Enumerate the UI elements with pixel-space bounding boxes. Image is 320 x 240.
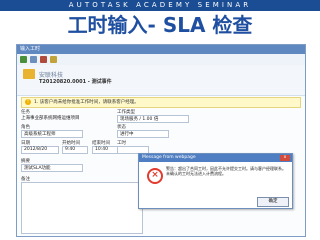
dialog-message: 警告：超出了合同工时，因此不允许提交工时。请与客户经理联系。未确认的工时无法进入… <box>166 166 286 176</box>
close-icon[interactable]: x <box>280 155 290 161</box>
window-titlebar: 输入工时 <box>17 45 305 54</box>
date-field[interactable]: 2012/8/20 <box>21 146 59 154</box>
cancel-icon[interactable] <box>40 56 47 63</box>
status-select[interactable]: 进行中 <box>117 130 169 138</box>
message-dialog: Message from webpage x × 警告：超出了合同工时，因此不允… <box>138 153 293 209</box>
error-icon: × <box>147 168 163 184</box>
summary-field[interactable]: 测试SLA功能 <box>21 164 83 172</box>
folder-icon <box>23 69 35 79</box>
record-header: 安联科技 T20120820.0001 - 测试事件 <box>17 65 305 96</box>
save-icon[interactable] <box>20 56 27 63</box>
warning-bar: ! 1. 该客户尚未给你批准工作时间，请联系客户经理。 <box>21 97 301 108</box>
save-close-icon[interactable] <box>30 56 37 63</box>
end-time-field[interactable]: 10:40 <box>92 146 118 154</box>
window-title: 输入工时 <box>20 46 41 52</box>
start-time-field[interactable]: 9:40 <box>62 146 88 154</box>
seminar-banner: AUTOTASK ACADEMY SEMINAR <box>0 0 320 11</box>
dialog-titlebar: Message from webpage x <box>139 154 292 162</box>
ok-button[interactable]: 确定 <box>257 197 289 207</box>
warning-text: 1. 该客户尚未给你批准工作时间，请联系客户经理。 <box>34 100 139 105</box>
time-entry-window: 输入工时 安联科技 T20120820.0001 - 测试事件 ! 1. 该客户… <box>16 44 306 237</box>
slide-title: 工时输入- SLA 检查 <box>67 13 253 37</box>
worktype-select[interactable]: 现场服务 / 1.00 倍 <box>117 115 189 123</box>
ticket-title: T20120820.0001 - 测试事件 <box>39 79 112 85</box>
role-select[interactable]: 高级系统工程师 <box>21 130 83 138</box>
warning-icon: ! <box>25 99 31 105</box>
notes-textarea[interactable] <box>21 182 143 234</box>
dialog-title: Message from webpage <box>142 155 196 160</box>
task-value: 上海事业部系统网络运维项目 <box>21 116 80 121</box>
attach-icon[interactable] <box>50 56 57 63</box>
